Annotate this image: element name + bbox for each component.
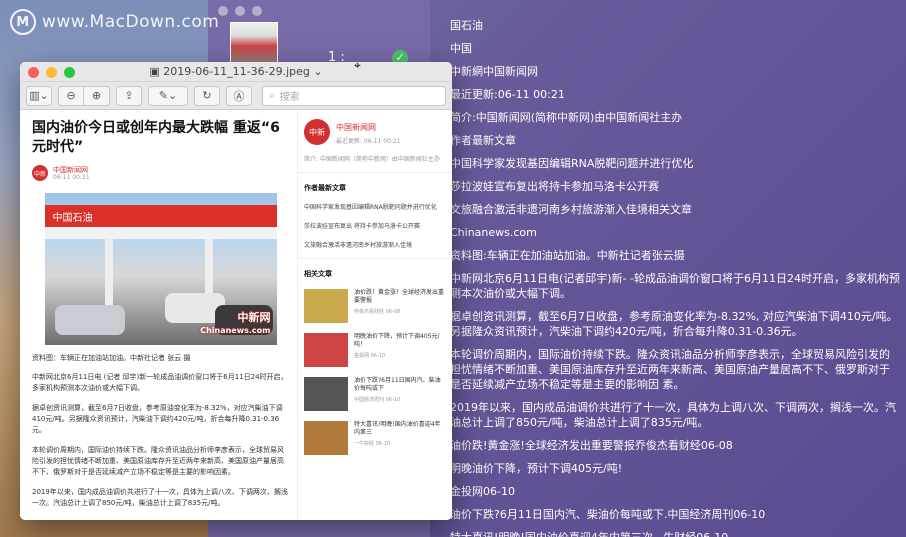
document-icon: ▣ (149, 65, 164, 78)
related-thumbnail (304, 333, 348, 367)
zoom-out-icon: ⊖ (66, 89, 76, 102)
article-source: 中国新闻网 (53, 165, 88, 174)
watermark-logo: M (10, 9, 36, 35)
zoom-in-icon: ⊕ (91, 89, 102, 102)
article-paragraph: 中新网北京6月11日电 (记者 邱宇)新一轮成品油调价窗口将于6月11日24时开… (32, 373, 288, 392)
background-window-controls[interactable] (218, 6, 262, 16)
ocr-line: 金投网06-10 (450, 485, 515, 498)
sidebar-source: 中国新闻网 (336, 123, 376, 132)
rotate-icon: ↻ (202, 89, 212, 102)
cursor-icon: ⌖ (354, 58, 361, 72)
ocr-line: 最近更新:06-11 00:21 (450, 88, 565, 101)
zoom-in-button[interactable]: ⊕ (84, 85, 110, 106)
image-content: 国内油价今日或创年内最大跌幅 重返“6元时代” 中新 中国新闻网 06-11 0… (20, 111, 452, 520)
pillar (104, 239, 113, 309)
rotate-button[interactable]: ↻ (194, 85, 220, 106)
related-article[interactable]: 明晚油价下降，预计下调405元/吨！ 金投网 06-10 (298, 333, 452, 367)
search-input[interactable]: ⌕ 搜索 (262, 85, 446, 106)
maximize-icon[interactable] (252, 6, 262, 16)
related-section-title: 相关文章 (304, 270, 332, 278)
ocr-line: 作者最新文章 (450, 134, 516, 147)
author-article: 中国科学家发现基因编辑RNA脱靶问题并进行优化 (304, 204, 437, 211)
recognized-text-list: 国石油中国中新網中国新闻网最近更新:06-11 00:21 简介:中国新闻网(简称… (450, 18, 900, 537)
article-photo: 中国石油 中新网 Chinanews.com (44, 193, 277, 345)
ocr-line: Chinanews.com (450, 226, 537, 239)
sidebar-icon: ▥⌄ (29, 89, 49, 102)
article-panel: 国内油价今日或创年内最大跌幅 重返“6元时代” 中新 中国新闻网 06-11 0… (20, 111, 298, 520)
site-watermark: M www.MacDown.com (10, 8, 219, 36)
related-title: 油价下跌?6月11日国内汽、柴油价每吨或下 (354, 377, 441, 392)
pen-icon: ✎⌄ (158, 89, 178, 102)
toolbar: ▥⌄ ⊖ ⊕ ⇪ ✎⌄ ↻ Ⓐ ⌕ 搜索 (20, 82, 452, 110)
ocr-line: 中新网北京6月11日电(记者邱宇)新- -轮成品油调价窗口将于6月11日24时开… (450, 272, 901, 300)
related-thumbnail (304, 421, 348, 455)
ocr-line: 中国 (450, 42, 472, 55)
ocr-line: 简介:中国新闻网(简称中新网)由中国新闻社主办 (450, 111, 683, 124)
sidebar-toggle-button[interactable]: ▥⌄ (26, 85, 52, 106)
canopy-roof (44, 227, 277, 239)
related-title: 特大喜讯!明晚!国内油价喜迎4年内第三 (354, 421, 441, 436)
related-article[interactable]: 特大喜讯!明晚!国内油价喜迎4年内第三一牛财经 06-10 (298, 421, 452, 455)
source-logo: 中新 (304, 119, 330, 145)
article-paragraph: 2019年以来，国内成品油调价共进行了十一次，具体为上调八次、下调两次、搁浅一次… (32, 488, 288, 507)
annotate-icon: Ⓐ (233, 89, 245, 103)
sidebar-brief: 简介: 中国新闻网（简称中新网）由中国新闻社主办 (304, 156, 440, 163)
article-sidebar: 中新 中国新闻网 最近更新: 06-11 00:21 简介: 中国新闻网（简称中… (298, 111, 452, 520)
divider (298, 172, 452, 173)
ocr-line: 资料图:车辆正在加油站加油。中新社记者张云摄 (450, 249, 685, 262)
search-icon: ⌕ (269, 90, 275, 101)
source-logo: 中新 (32, 165, 48, 181)
ocr-line: 特大喜讯!明晚!国内油价喜迎4年内第三次...牛财经06-10 (450, 530, 900, 537)
watermark-text: www.MacDown.com (42, 12, 220, 32)
article-title: 国内油价今日或创年内最大跌幅 重返“6元时代” (32, 120, 280, 155)
gas-station-canopy: 中国石油 (44, 205, 277, 227)
ocr-line: 明晚油价下降，预计下调405元/吨! (450, 462, 623, 475)
window-title[interactable]: ▣ 2019-06-11_11-36-29.jpeg ⌄ (20, 65, 452, 78)
ocr-line: 中新網中国新闻网 (450, 65, 538, 78)
photo-caption: 资料图：车辆正在加油站加油。中新社记者 张云 摄 (32, 354, 191, 362)
ocr-line: 油价下跌?6月11日国内汽、柴油价每吨或下.中国经济周刊06-10 (450, 508, 766, 521)
related-title: 明晚油价下降，预计下调405元/吨！ (354, 333, 440, 348)
close-icon[interactable] (218, 6, 228, 16)
related-thumbnail (304, 377, 348, 411)
minimize-icon[interactable] (235, 6, 245, 16)
related-thumbnail (304, 289, 348, 323)
photo-watermark: 中新网 Chinanews.com (200, 311, 271, 336)
article-paragraph: 据卓创资讯测算，截至6月7日收盘，参考原油变化率为-8.32%，对应汽柴油下调4… (32, 404, 283, 434)
title-bar[interactable]: ▣ 2019-06-11_11-36-29.jpeg ⌄ (20, 62, 452, 82)
author-article: 莎拉波娃宣布复出 将持卡参加马洛卡公开赛 (304, 223, 420, 230)
ocr-line: 油价跌!黄金涨!全球经济发出重要警报乔俊杰看财经06-08 (450, 439, 733, 452)
preview-window: ▣ 2019-06-11_11-36-29.jpeg ⌄ ▥⌄ ⊖ ⊕ ⇪ ✎⌄… (20, 62, 452, 520)
chevron-down-icon[interactable]: ⌄ (310, 65, 322, 78)
related-article[interactable]: 油价下跌?6月11日国内汽、柴油价每吨或下中国经济周刊 06-10 (298, 377, 452, 411)
article-date: 06-11 00:21 (53, 173, 90, 181)
related-source: 金投网 06-10 (354, 353, 386, 359)
article-paragraph: 本轮调价周期内，国际油价持续下跌。隆众资讯油品分析师李彦表示，全球贸易风险引发的… (32, 446, 284, 476)
ocr-line: 2019年以来，国内成品油调价共进行了十一次，具体为上调八次、下调两次，搁浅一次… (450, 401, 896, 429)
ocr-line: 据卓创资讯测算，截至6月7日收盘，参考原油变化率为-8.32%, 对应汽柴油下调… (450, 310, 898, 338)
sidebar-date: 最近更新: 06-11 00:21 (336, 138, 401, 145)
zoom-out-button[interactable]: ⊖ (58, 85, 84, 106)
author-article: 文旅融合激活非遗河南乡村旅游渐入佳境 (304, 242, 413, 249)
ocr-line: 文旅融合激活非遗河南乡村旅游渐入佳境相关文章 (450, 203, 692, 216)
annotate-button[interactable]: Ⓐ (226, 85, 252, 106)
related-article[interactable]: 油价跌！黄金涨！全球经济发出重要警报乔俊杰看财经 06-08 (298, 289, 452, 323)
ocr-line: 国石油 (450, 19, 483, 32)
markup-button[interactable]: ✎⌄ (148, 85, 188, 106)
image-thumbnail[interactable] (230, 22, 278, 66)
ocr-line: 本轮调价周期内，国际油价持续下跌。隆众资讯油品分析师李彦表示，全球贸易风险引发的… (450, 348, 890, 391)
article-meta: 中新 中国新闻网 06-11 00:21 (32, 165, 289, 181)
share-icon: ⇪ (124, 89, 134, 102)
related-source: 一牛财经 06-10 (354, 441, 391, 447)
ocr-line: 中国科学家发现基因编辑RNA脱靶问题并进行优化 (450, 157, 694, 170)
car (54, 305, 125, 335)
share-button[interactable]: ⇪ (116, 85, 142, 106)
author-section-title: 作者最新文章 (304, 184, 346, 192)
divider (298, 258, 452, 259)
related-title: 油价跌！黄金涨！全球经济发出重要警报 (354, 289, 445, 304)
related-source: 中国经济周刊 06-10 (354, 397, 401, 403)
ocr-line: 莎拉波娃宣布复出将持卡参加马洛卡公开赛 (450, 180, 659, 193)
related-source: 乔俊杰看财经 06-08 (354, 309, 401, 315)
